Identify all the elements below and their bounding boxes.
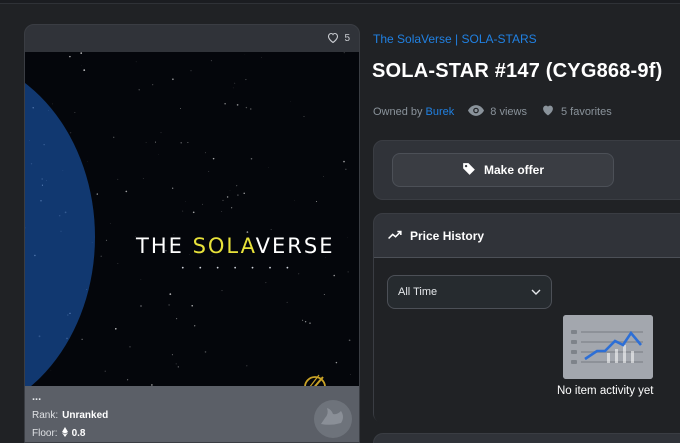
floor-label: Floor:: [32, 428, 58, 439]
time-range-value: All Time: [398, 286, 438, 298]
price-history-panel: Price History All Time No item activity …: [373, 213, 680, 424]
price-history-body: All Time No item activity yet: [374, 258, 680, 424]
card-footer: ... Rank: Unranked Floor: 0.8: [25, 386, 359, 442]
card-header: 5: [25, 25, 359, 52]
ethereum-icon: [61, 427, 68, 440]
price-history-title: Price History: [410, 228, 485, 243]
rank-value: Unranked: [62, 410, 109, 421]
favorites-stat[interactable]: 5 favorites: [541, 104, 612, 119]
eye-icon: [468, 104, 485, 119]
floor-value: 0.8: [71, 428, 86, 439]
price-history-header[interactable]: Price History: [374, 214, 680, 258]
favorite-button[interactable]: 5: [327, 32, 350, 46]
empty-chart-illustration: [563, 315, 653, 379]
rank-label: Rank:: [32, 410, 59, 421]
svg-text:• • • • • • •: • • • • • • •: [181, 265, 295, 272]
rank-row: Rank: Unranked: [32, 410, 352, 421]
ownership-row: Owned by Burek 8 views 5 favorites: [373, 104, 612, 119]
favorites-count: 5 favorites: [560, 105, 612, 118]
heart-icon: [541, 104, 555, 119]
owned-by-label: Owned by: [373, 105, 423, 118]
trending-icon: [388, 229, 402, 243]
offer-panel: Make offer: [373, 140, 680, 200]
top-bar: [0, 0, 680, 4]
item-title: SOLA-STAR #147 (CYG868-9f): [372, 60, 663, 82]
make-offer-button[interactable]: Make offer: [392, 153, 614, 187]
make-offer-label: Make offer: [483, 163, 545, 177]
collection-link[interactable]: The SolaVerse | SOLA-STARS: [373, 32, 537, 46]
next-panel: [373, 433, 680, 443]
svg-text:THE SOLAVERSE: THE SOLAVERSE: [135, 234, 334, 258]
no-activity-message: No item activity yet: [557, 385, 654, 397]
time-range-select[interactable]: All Time: [387, 275, 552, 309]
nft-name: ...: [32, 391, 42, 403]
floor-row: Floor: 0.8: [32, 427, 352, 440]
views-count: 8 views: [490, 105, 527, 118]
owner-link[interactable]: Burek: [426, 106, 455, 118]
favorite-count: 5: [344, 33, 350, 44]
opensea-whale-icon: [311, 399, 355, 442]
heart-icon: [327, 32, 339, 46]
chevron-down-icon: [531, 286, 541, 298]
tag-icon: [462, 162, 476, 179]
nft-card[interactable]: 5 THE SOLAVERSE • • • • • • • ... Rank: …: [24, 24, 360, 443]
views-stat: 8 views: [468, 104, 527, 119]
nft-artwork[interactable]: THE SOLAVERSE • • • • • • •: [25, 52, 359, 413]
